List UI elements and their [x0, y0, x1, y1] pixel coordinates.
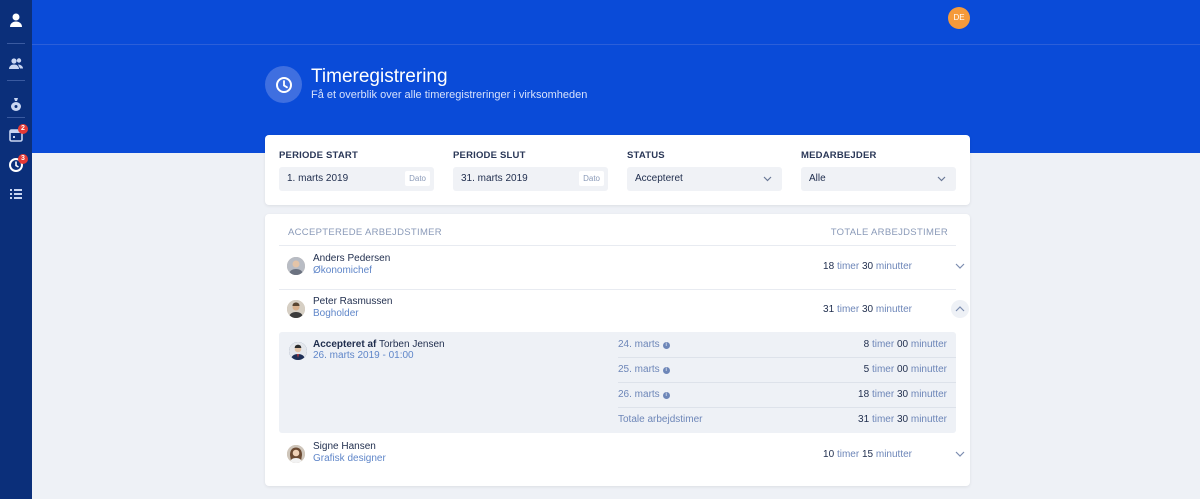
avatar	[289, 342, 307, 360]
day-label: 26. marts i	[618, 389, 670, 400]
info-icon[interactable]: i	[662, 367, 670, 374]
period-end-value: 31. marts 2019	[461, 173, 528, 184]
accepted-date: 26. marts 2019 - 01:00	[313, 350, 414, 361]
user-avatar[interactable]: DE	[948, 7, 970, 29]
accepted-hours-column-header: ACCEPTEREDE ARBEJDSTIMER	[288, 227, 442, 238]
period-start-label: PERIODE START	[279, 150, 358, 161]
list-icon[interactable]	[8, 186, 24, 202]
employee-total-hours: 18 timer 30 minutter	[823, 261, 912, 272]
total-hours-column-header: TOTALE ARBEJDSTIMER	[830, 227, 948, 238]
status-value: Accepteret	[635, 173, 683, 184]
day-label: 25. marts i	[618, 364, 670, 375]
header-divider	[32, 44, 1200, 45]
employee-detail-panel: Accepteret af Torben Jensen 26. marts 20…	[279, 332, 956, 433]
info-icon[interactable]: i	[662, 342, 670, 349]
employee-name: Signe Hansen	[313, 441, 376, 452]
calendar-badge: 2	[18, 124, 28, 134]
employee-role: Økonomichef	[313, 265, 372, 276]
employee-select[interactable]: Alle	[801, 167, 956, 191]
row-divider	[279, 245, 956, 246]
chevron-down-icon[interactable]	[951, 257, 969, 275]
date-tag: Dato	[579, 171, 604, 186]
employee-total-hours: 31 timer 30 minutter	[823, 304, 912, 315]
users-icon[interactable]	[8, 55, 24, 71]
accepted-by: Accepteret af Torben Jensen	[313, 339, 445, 350]
filter-card: PERIODE START 1. marts 2019 Dato PERIODE…	[265, 135, 970, 205]
employee-total-hours: 10 timer 15 minutter	[823, 449, 912, 460]
employee-role: Grafisk designer	[313, 453, 386, 464]
total-label: Totale arbejdstimer	[618, 414, 703, 425]
sidebar: 2 3	[0, 0, 32, 499]
header-background	[32, 0, 1200, 153]
row-divider	[618, 357, 956, 358]
hours-list-card: ACCEPTEREDE ARBEJDSTIMER TOTALE ARBEJDST…	[265, 214, 970, 486]
employee-value: Alle	[809, 173, 826, 184]
row-divider	[618, 382, 956, 383]
status-label: STATUS	[627, 150, 665, 161]
day-label: 24. marts i	[618, 339, 670, 350]
period-end-input[interactable]: 31. marts 2019 Dato	[453, 167, 608, 191]
row-divider	[618, 407, 956, 408]
money-bag-icon[interactable]	[8, 96, 24, 112]
status-select[interactable]: Accepteret	[627, 167, 782, 191]
day-hours: 8 timer 00 minutter	[863, 339, 947, 350]
avatar	[287, 257, 305, 275]
avatar	[287, 445, 305, 463]
period-start-input[interactable]: 1. marts 2019 Dato	[279, 167, 434, 191]
page-title: Timeregistrering	[311, 66, 448, 87]
clock-icon	[265, 66, 302, 103]
employee-role: Bogholder	[313, 308, 359, 319]
day-hours: 5 timer 00 minutter	[863, 364, 947, 375]
employee-name: Anders Pedersen	[313, 253, 391, 264]
period-end-label: PERIODE SLUT	[453, 150, 526, 161]
chevron-up-icon[interactable]	[951, 300, 969, 318]
clock-badge: 3	[18, 154, 28, 164]
sidebar-divider	[7, 80, 25, 81]
page-subtitle: Få et overblik over alle timeregistrerin…	[311, 89, 588, 101]
date-tag: Dato	[405, 171, 430, 186]
sidebar-divider	[7, 43, 25, 44]
avatar	[287, 300, 305, 318]
profile-icon[interactable]	[8, 12, 24, 28]
chevron-down-icon	[937, 167, 946, 200]
total-hours: 31 timer 30 minutter	[858, 414, 947, 425]
employee-name: Peter Rasmussen	[313, 296, 393, 307]
employee-label: MEDARBEJDER	[801, 150, 877, 161]
chevron-down-icon	[763, 167, 772, 200]
day-hours: 18 timer 30 minutter	[858, 389, 947, 400]
chevron-down-icon[interactable]	[951, 445, 969, 463]
row-divider	[279, 289, 956, 290]
period-start-value: 1. marts 2019	[287, 173, 349, 184]
info-icon[interactable]: i	[662, 392, 670, 399]
sidebar-divider	[7, 117, 25, 118]
